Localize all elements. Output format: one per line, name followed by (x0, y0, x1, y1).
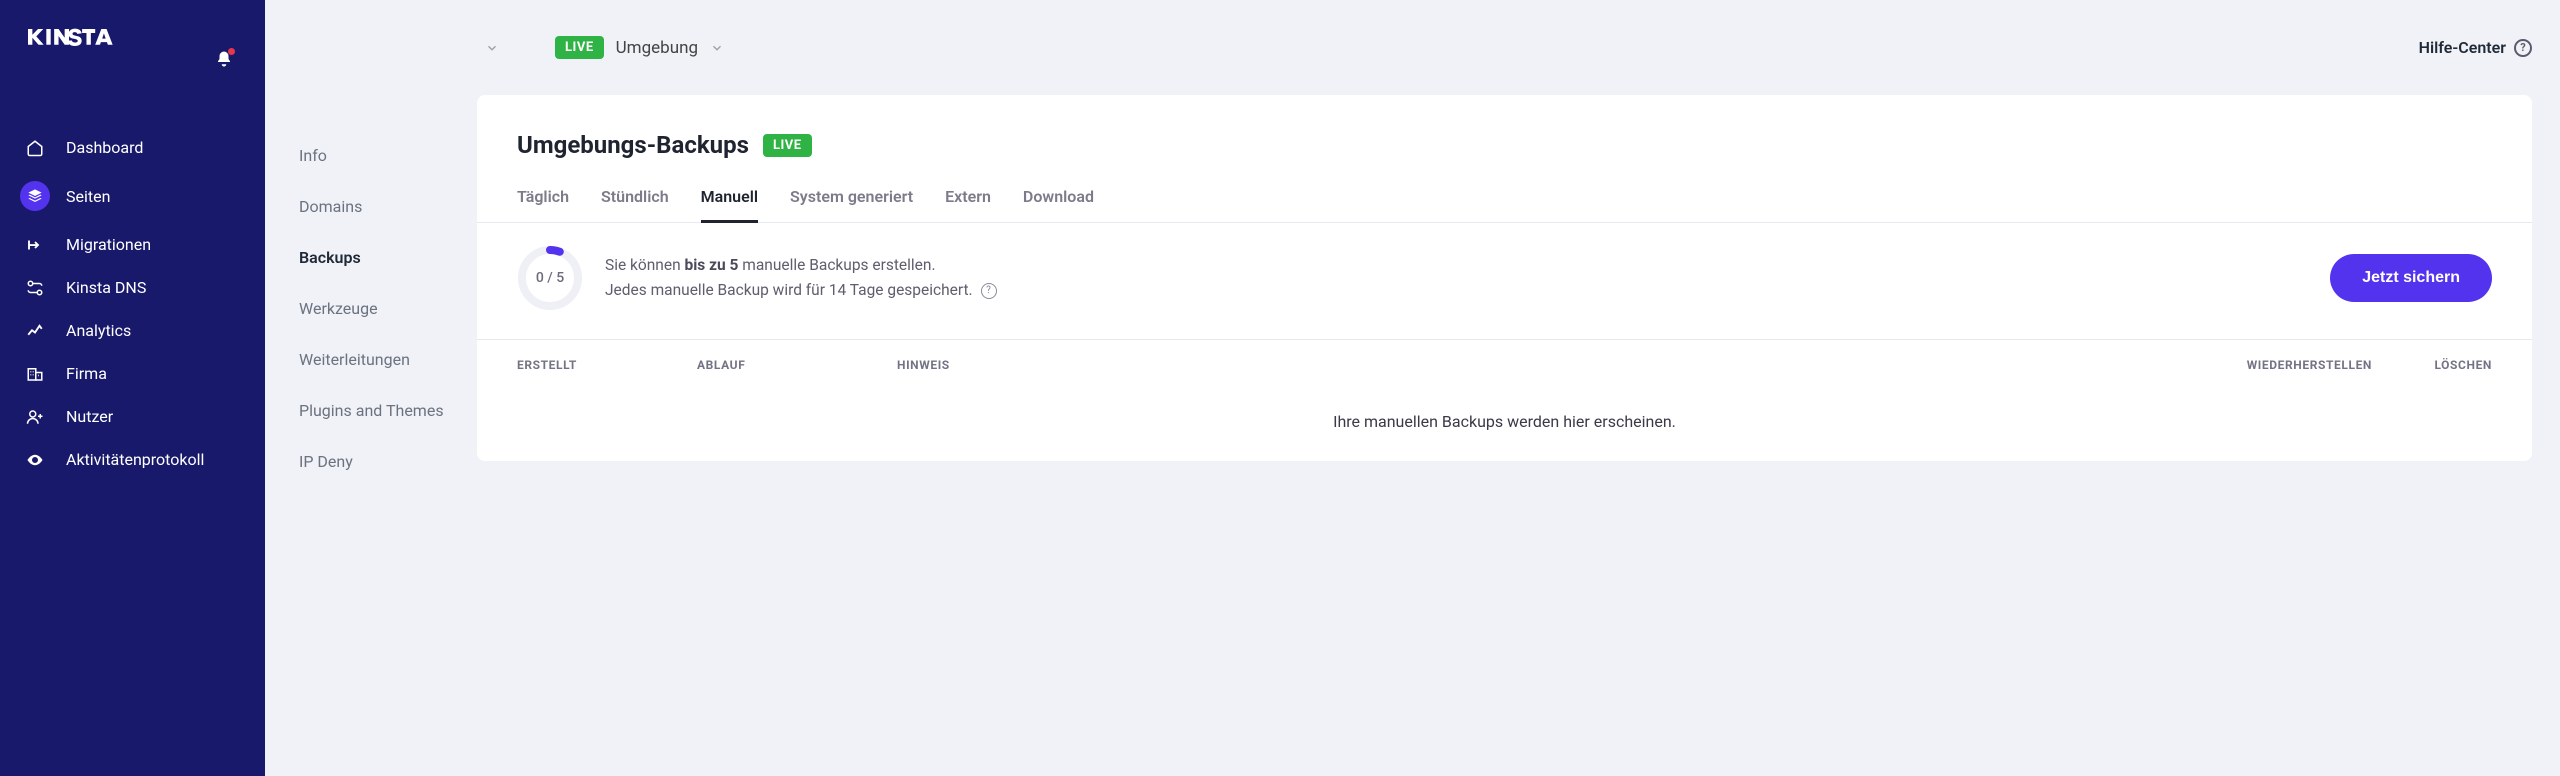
sub-backups[interactable]: Backups (265, 232, 477, 283)
nav-label: Migrationen (66, 235, 151, 254)
help-center-link[interactable]: Hilfe-Center ? (2419, 38, 2532, 57)
help-icon: ? (2514, 39, 2532, 57)
sub-weiterleitungen[interactable]: Weiterleitungen (265, 334, 477, 385)
dns-icon (26, 279, 44, 297)
nav-firma[interactable]: Firma (0, 352, 265, 395)
tab-system[interactable]: System generiert (790, 187, 913, 223)
backup-now-button[interactable]: Jetzt sichern (2330, 254, 2492, 302)
nav-label: Nutzer (66, 407, 113, 426)
environment-selector[interactable]: LIVE Umgebung (555, 36, 724, 59)
card-title: Umgebungs-Backups (517, 131, 749, 159)
nav-label: Seiten (66, 187, 110, 206)
company-icon (26, 365, 44, 383)
nav-analytics[interactable]: Analytics (0, 309, 265, 352)
backup-info-text: Sie können bis zu 5 manuelle Backups ers… (605, 253, 997, 303)
help-icon[interactable]: ? (981, 283, 997, 299)
nav-label: Aktivitätenprotokoll (66, 450, 204, 469)
migrate-icon (26, 236, 44, 254)
eye-icon (26, 451, 44, 469)
analytics-icon (26, 322, 44, 340)
environment-label: Umgebung (616, 38, 698, 58)
nav-label: Firma (66, 364, 107, 383)
tab-hourly[interactable]: Stündlich (601, 187, 669, 223)
nav-label: Kinsta DNS (66, 278, 146, 297)
nav-dashboard[interactable]: Dashboard (0, 126, 265, 169)
quota-text: 0 / 5 (517, 245, 583, 311)
live-badge: LIVE (763, 134, 812, 157)
tab-download[interactable]: Download (1023, 187, 1094, 223)
col-expiry: ABLAUF (697, 358, 897, 372)
topbar: LIVE Umgebung Hilfe-Center ? (477, 0, 2532, 95)
backup-tabs: Täglich Stündlich Manuell System generie… (477, 159, 2532, 223)
chevron-down-icon (710, 41, 724, 55)
table-header: ERSTELLT ABLAUF HINWEIS WIEDERHERSTELLEN… (477, 340, 2532, 390)
col-restore: WIEDERHERSTELLEN (2212, 358, 2372, 372)
tab-daily[interactable]: Täglich (517, 187, 569, 223)
home-icon (26, 139, 44, 157)
live-badge: LIVE (555, 36, 604, 59)
nav-activity[interactable]: Aktivitätenprotokoll (0, 438, 265, 481)
sub-plugins[interactable]: Plugins and Themes (265, 385, 477, 436)
nav-dns[interactable]: Kinsta DNS (0, 266, 265, 309)
col-delete: LÖSCHEN (2372, 358, 2492, 372)
nav-seiten[interactable]: Seiten (0, 169, 265, 223)
secondary-sidebar: Info Domains Backups Werkzeuge Weiterlei… (265, 0, 477, 776)
layers-icon (20, 181, 50, 211)
chevron-down-icon (485, 41, 499, 55)
main-content: LIVE Umgebung Hilfe-Center ? Umgebungs-B… (477, 0, 2560, 776)
nav-nutzer[interactable]: Nutzer (0, 395, 265, 438)
sub-info[interactable]: Info (265, 130, 477, 181)
nav-label: Dashboard (66, 138, 143, 157)
tab-extern[interactable]: Extern (945, 187, 991, 223)
empty-state: Ihre manuellen Backups werden hier ersch… (477, 390, 2532, 461)
help-label: Hilfe-Center (2419, 38, 2506, 57)
notifications-button[interactable] (215, 50, 233, 68)
col-note: HINWEIS (897, 358, 2212, 372)
backups-card: Umgebungs-Backups LIVE Täglich Stündlich… (477, 95, 2532, 461)
backup-quota-ring: 0 / 5 (517, 245, 583, 311)
nav-label: Analytics (66, 321, 131, 340)
users-icon (26, 408, 44, 426)
nav-migrationen[interactable]: Migrationen (0, 223, 265, 266)
notification-dot (228, 48, 235, 55)
sub-domains[interactable]: Domains (265, 181, 477, 232)
sub-werkzeuge[interactable]: Werkzeuge (265, 283, 477, 334)
sub-ipdeny[interactable]: IP Deny (265, 436, 477, 487)
site-selector[interactable] (485, 41, 499, 55)
col-created: ERSTELLT (517, 358, 697, 372)
brand-logo[interactable] (28, 22, 124, 50)
tab-manual[interactable]: Manuell (701, 187, 758, 223)
primary-sidebar: Dashboard Seiten Migrationen Kinsta DNS … (0, 0, 265, 776)
